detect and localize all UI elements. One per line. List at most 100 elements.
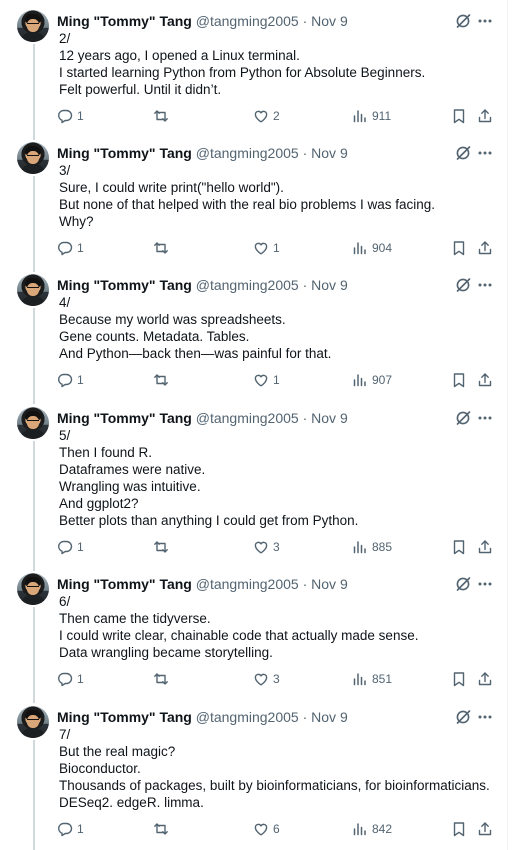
bookmark-icon <box>453 672 465 687</box>
retweet-button[interactable] <box>153 107 173 125</box>
more-icon[interactable] <box>477 709 493 725</box>
author-handle[interactable]: @tangming2005 <box>196 145 299 161</box>
reply-button[interactable]: 1 <box>57 670 84 688</box>
share-button[interactable] <box>477 670 493 688</box>
grok-icon[interactable] <box>455 576 471 592</box>
retweet-button[interactable] <box>153 239 173 257</box>
reply-button[interactable]: 1 <box>57 239 84 257</box>
tweet-date[interactable]: Nov 9 <box>311 410 348 426</box>
author-name[interactable]: Ming "Tommy" Tang <box>57 576 192 592</box>
reply-button[interactable]: 1 <box>57 107 84 125</box>
tweet-line: Better plots than anything I could get f… <box>59 513 359 528</box>
share-button[interactable] <box>477 538 493 556</box>
tweet-text: 5/Then I found R. Dataframes were native.… <box>59 427 499 529</box>
grok-icon[interactable] <box>455 410 471 426</box>
thread-connector <box>33 44 35 140</box>
tweet-header: Ming "Tommy" Tang @tangming2005 · Nov 9 <box>57 275 437 295</box>
reply-count: 1 <box>77 109 84 123</box>
like-button[interactable]: 3 <box>253 670 280 688</box>
retweet-button[interactable] <box>153 371 173 389</box>
like-button[interactable]: 6 <box>253 820 280 838</box>
reply-button[interactable]: 1 <box>57 538 84 556</box>
tweet-actions: 1 1 907 <box>57 371 497 389</box>
author-name[interactable]: Ming "Tommy" Tang <box>57 410 192 426</box>
like-button[interactable]: 2 <box>253 107 280 125</box>
tweet-actions: 1 6 842 <box>57 820 497 838</box>
more-icon[interactable] <box>477 145 493 161</box>
author-handle[interactable]: @tangming2005 <box>196 277 299 293</box>
author-name[interactable]: Ming "Tommy" Tang <box>57 709 192 725</box>
avatar[interactable] <box>17 10 49 42</box>
bookmark-button[interactable] <box>451 670 467 688</box>
avatar[interactable] <box>17 706 49 738</box>
bookmark-button[interactable] <box>451 820 467 838</box>
author-handle[interactable]: @tangming2005 <box>196 576 299 592</box>
tweet-text: 2/12 years ago, I opened a Linux termina… <box>59 30 499 98</box>
like-button[interactable]: 3 <box>253 538 280 556</box>
reply-count: 1 <box>77 373 84 387</box>
tweet-line: I started learning Python from Python fo… <box>59 65 426 80</box>
bookmark-button[interactable] <box>451 371 467 389</box>
author-name[interactable]: Ming "Tommy" Tang <box>57 277 192 293</box>
avatar[interactable] <box>17 573 49 605</box>
share-button[interactable] <box>477 820 493 838</box>
views-button[interactable]: 907 <box>352 371 392 389</box>
more-icon[interactable] <box>477 410 493 426</box>
avatar[interactable] <box>17 274 49 306</box>
reply-count: 1 <box>77 822 84 836</box>
tweet-date[interactable]: Nov 9 <box>311 576 348 592</box>
retweet-button[interactable] <box>153 820 173 838</box>
like-button[interactable]: 1 <box>253 239 280 257</box>
reply-button[interactable]: 1 <box>57 820 84 838</box>
views-button[interactable]: 842 <box>352 820 392 838</box>
retweet-button[interactable] <box>153 670 173 688</box>
bookmark-button[interactable] <box>451 239 467 257</box>
reply-icon <box>58 540 73 555</box>
author-name[interactable]: Ming "Tommy" Tang <box>57 13 192 29</box>
bookmark-button[interactable] <box>451 107 467 125</box>
view-count: 885 <box>372 540 393 554</box>
tweet-date[interactable]: Nov 9 <box>311 277 348 293</box>
author-handle[interactable]: @tangming2005 <box>196 410 299 426</box>
reply-button[interactable]: 1 <box>57 371 84 389</box>
views-button[interactable]: 885 <box>352 538 392 556</box>
views-button[interactable]: 851 <box>352 670 392 688</box>
author-name[interactable]: Ming "Tommy" Tang <box>57 145 192 161</box>
tweet-line: Dataframes were native. <box>59 462 206 477</box>
avatar[interactable] <box>17 142 49 174</box>
grok-icon[interactable] <box>455 13 471 29</box>
bookmark-button[interactable] <box>451 538 467 556</box>
author-handle[interactable]: @tangming2005 <box>196 13 299 29</box>
avatar[interactable] <box>17 407 49 439</box>
retweet-icon <box>154 374 168 386</box>
retweet-icon <box>154 110 168 122</box>
tweet-header: Ming "Tommy" Tang @tangming2005 · Nov 9 <box>57 143 437 163</box>
views-button[interactable]: 904 <box>352 239 392 257</box>
tweet-line: Because my world was spreadsheets. <box>59 312 286 327</box>
tweet-date[interactable]: Nov 9 <box>311 145 348 161</box>
tweet-header: Ming "Tommy" Tang @tangming2005 · Nov 9 <box>57 408 437 428</box>
share-button[interactable] <box>477 371 493 389</box>
tweet-date[interactable]: Nov 9 <box>311 13 348 29</box>
retweet-button[interactable] <box>153 538 173 556</box>
like-button[interactable]: 1 <box>253 371 280 389</box>
grok-icon[interactable] <box>455 145 471 161</box>
like-count: 1 <box>273 241 280 255</box>
author-handle[interactable]: @tangming2005 <box>196 709 299 725</box>
tweet-date[interactable]: Nov 9 <box>311 709 348 725</box>
tweet-line: DESeq2. edgeR. limma. <box>59 795 204 810</box>
more-icon[interactable] <box>477 576 493 592</box>
view-count: 904 <box>372 241 393 255</box>
share-button[interactable] <box>477 239 493 257</box>
separator-dot: · <box>302 277 308 293</box>
grok-icon[interactable] <box>455 709 471 725</box>
reply-icon <box>58 109 73 124</box>
views-icon <box>353 673 366 686</box>
more-icon[interactable] <box>477 277 493 293</box>
more-icon[interactable] <box>477 13 493 29</box>
share-icon <box>478 109 492 123</box>
column-border <box>507 0 508 850</box>
views-button[interactable]: 911 <box>352 107 391 125</box>
grok-icon[interactable] <box>455 277 471 293</box>
share-button[interactable] <box>477 107 493 125</box>
